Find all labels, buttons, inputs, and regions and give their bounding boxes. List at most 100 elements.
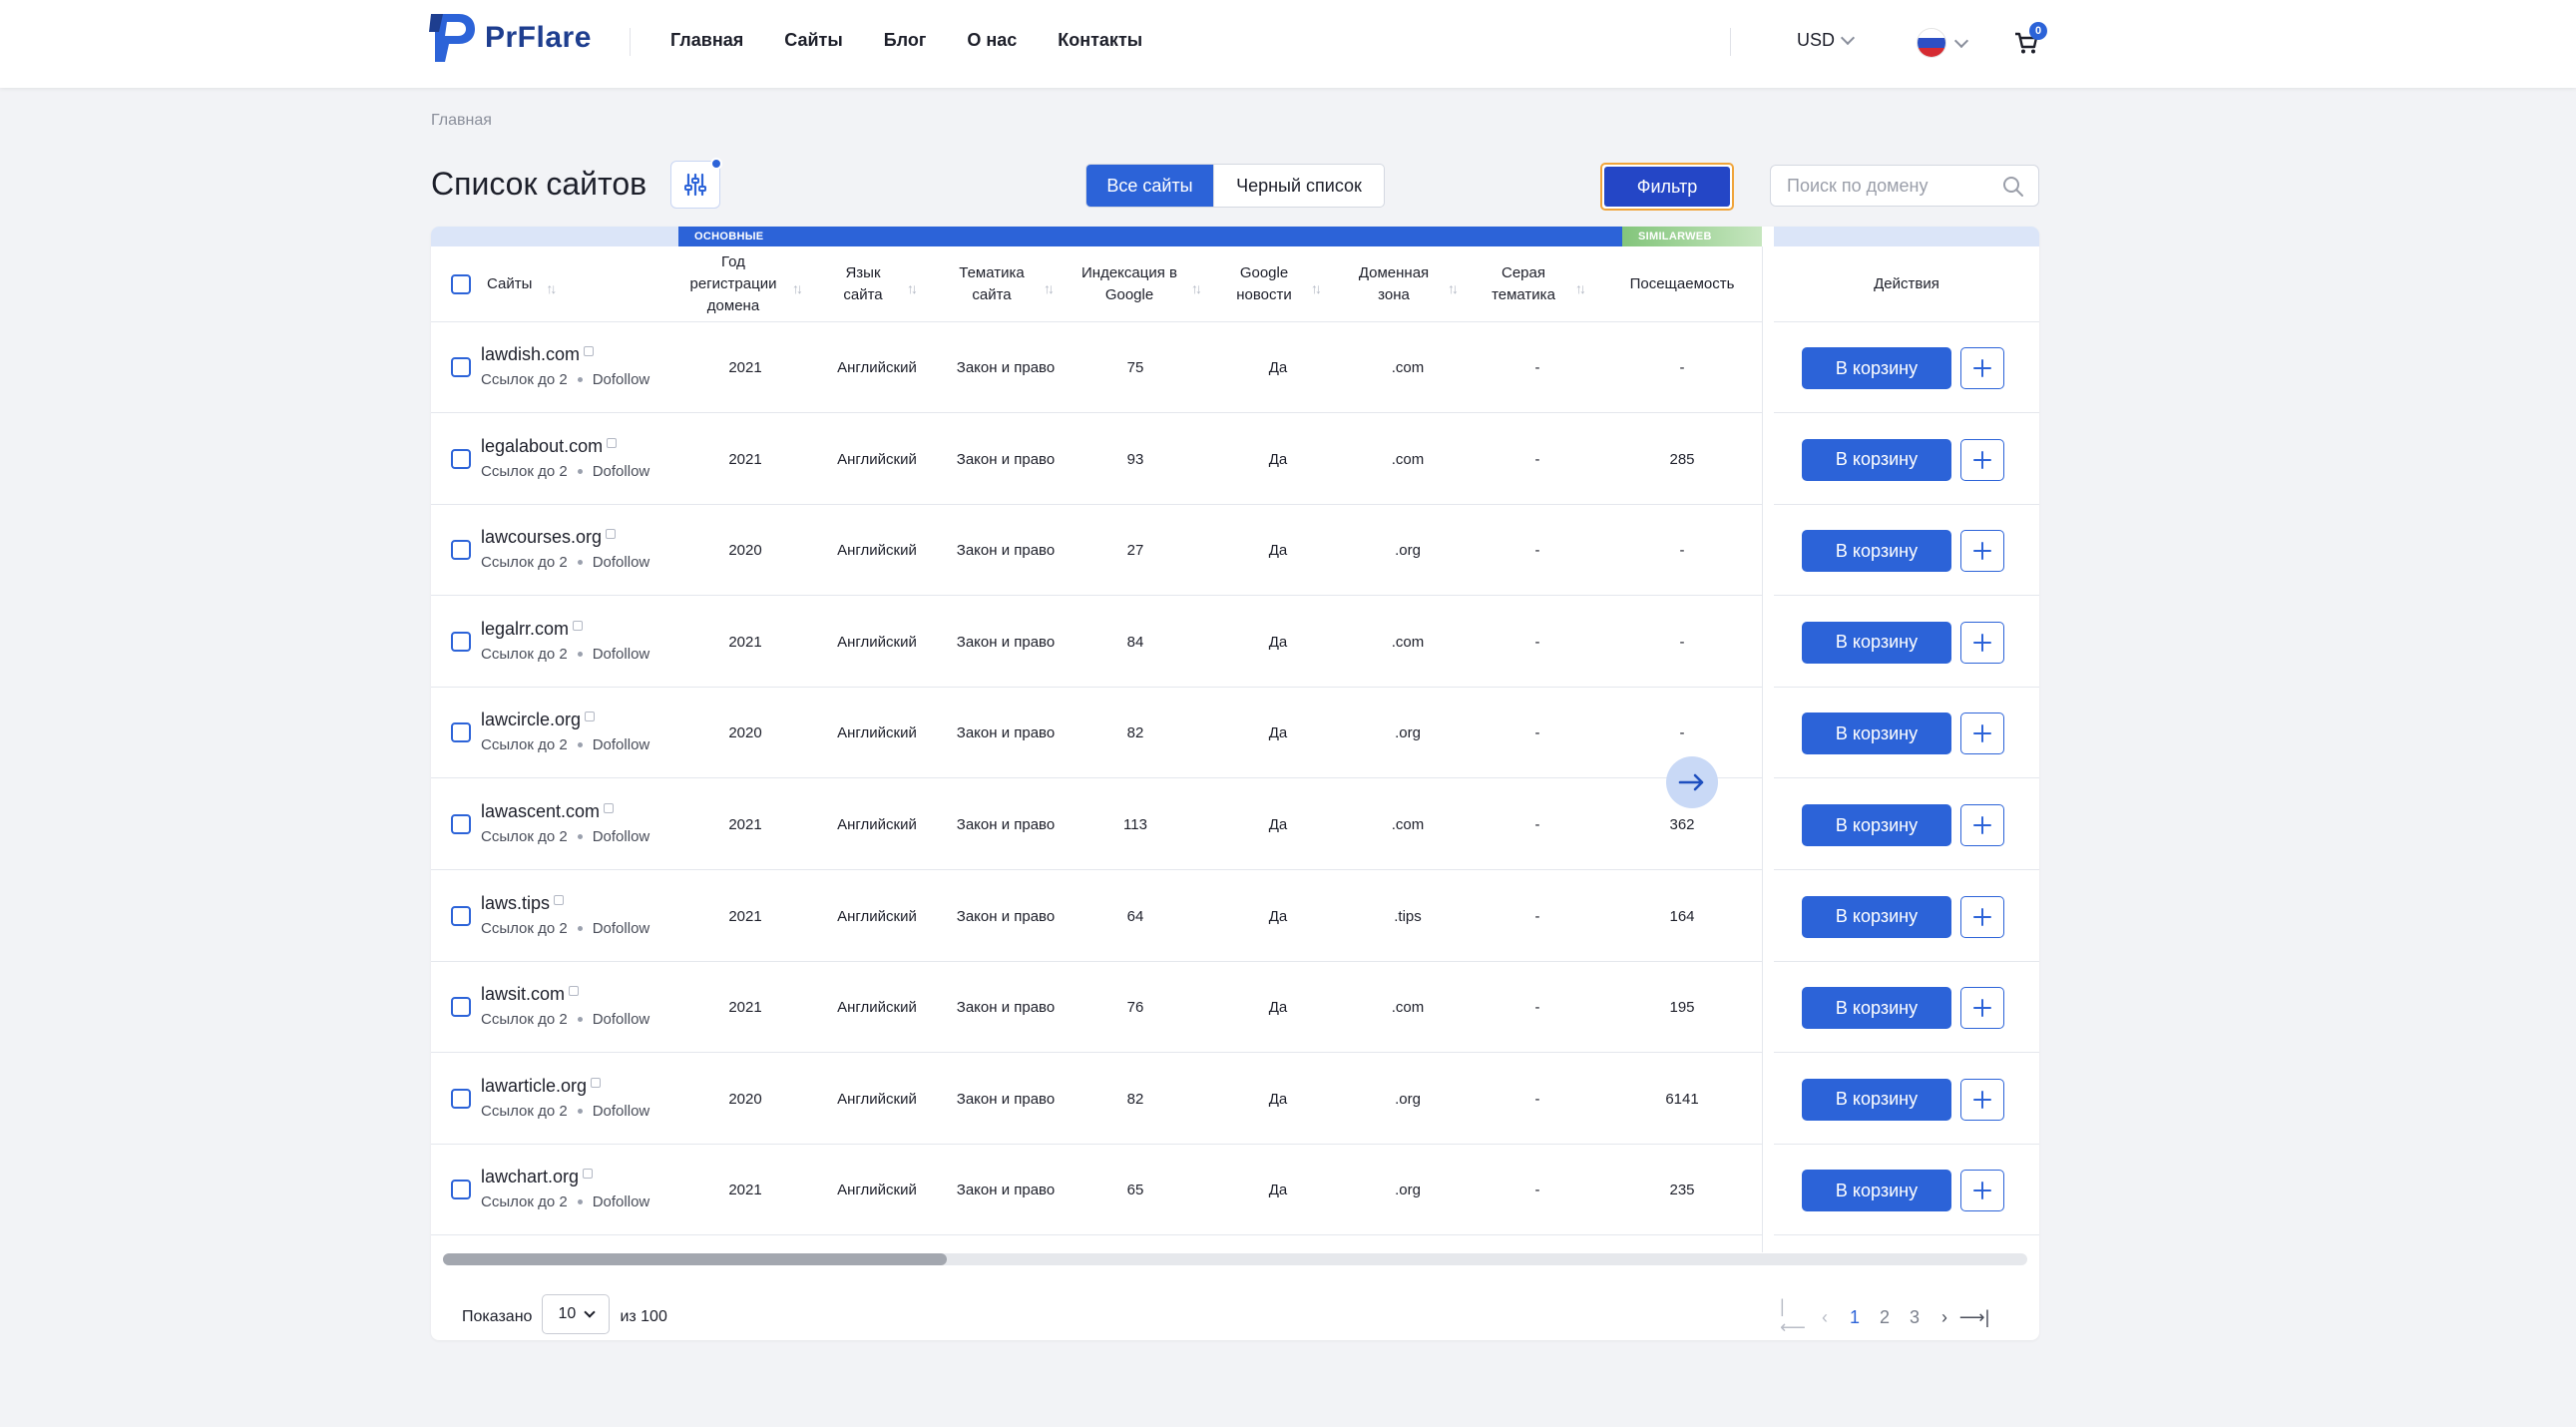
page-1[interactable]: 1 xyxy=(1840,1307,1870,1328)
table-row: lawchart.org Ссылок до 2 Dofollow 2021 Анг… xyxy=(431,1145,2039,1236)
sort-icon[interactable]: ↑↓ xyxy=(1442,277,1462,296)
add-button[interactable] xyxy=(1960,530,2004,573)
header-topic[interactable]: Тематика сайта ↑↓ xyxy=(938,246,1073,322)
external-link-icon[interactable] xyxy=(583,1169,594,1180)
page-3[interactable]: 3 xyxy=(1900,1307,1930,1328)
tab-all-sites[interactable]: Все сайты xyxy=(1086,165,1213,207)
header-sites[interactable]: Сайты ↑↓ xyxy=(451,246,678,322)
add-to-cart-button[interactable]: В корзину xyxy=(1802,1078,1951,1121)
add-button[interactable] xyxy=(1960,438,2004,481)
external-link-icon[interactable] xyxy=(569,986,580,997)
add-to-cart-button[interactable]: В корзину xyxy=(1802,895,1951,938)
add-button[interactable] xyxy=(1960,713,2004,755)
add-button[interactable] xyxy=(1960,804,2004,846)
site-link[interactable]: legalabout.com xyxy=(481,436,603,456)
site-link[interactable]: lawsit.com xyxy=(481,984,565,1004)
language-select[interactable] xyxy=(1917,28,1969,58)
site-link[interactable]: lawdish.com xyxy=(481,344,580,364)
row-checkbox[interactable] xyxy=(451,905,471,926)
page-2[interactable]: 2 xyxy=(1870,1307,1900,1328)
cell-year: 2021 xyxy=(728,999,762,1017)
external-link-icon[interactable] xyxy=(585,712,596,722)
site-link[interactable]: lawcircle.org xyxy=(481,710,581,729)
external-link-icon[interactable] xyxy=(573,620,584,631)
nav-sites[interactable]: Сайты xyxy=(784,30,842,51)
row-checkbox[interactable] xyxy=(451,540,471,561)
breadcrumb[interactable]: Главная xyxy=(431,112,492,130)
add-button[interactable] xyxy=(1960,347,2004,389)
site-link[interactable]: lawchart.org xyxy=(481,1167,579,1187)
scroll-right-button[interactable] xyxy=(1666,756,1718,808)
horizontal-scrollbar[interactable] xyxy=(443,1253,2027,1265)
row-checkbox[interactable] xyxy=(451,448,471,469)
external-link-icon[interactable] xyxy=(607,437,618,448)
add-button[interactable] xyxy=(1960,621,2004,664)
logo[interactable]: PrFlare xyxy=(429,10,592,66)
per-page-select[interactable]: 10 xyxy=(542,1294,611,1334)
sort-icon[interactable]: ↑↓ xyxy=(540,277,560,296)
add-to-cart-button[interactable]: В корзину xyxy=(1802,621,1951,664)
cell-news: Да xyxy=(1268,1090,1288,1108)
add-to-cart-button[interactable]: В корзину xyxy=(1802,347,1951,389)
add-button[interactable] xyxy=(1960,895,2004,938)
row-checkbox[interactable] xyxy=(451,997,471,1018)
header-indexing[interactable]: Индексация в Google ↑↓ xyxy=(1073,246,1213,322)
currency-select[interactable]: USD xyxy=(1797,30,1856,51)
site-link[interactable]: legalrr.com xyxy=(481,619,569,639)
sort-icon[interactable]: ↑↓ xyxy=(901,277,921,296)
add-to-cart-button[interactable]: В корзину xyxy=(1802,987,1951,1030)
nav-blog[interactable]: Блог xyxy=(884,30,927,51)
select-all-checkbox[interactable] xyxy=(451,274,471,294)
nav-contacts[interactable]: Контакты xyxy=(1058,30,1142,51)
header-year[interactable]: Год регистрации домена ↑↓ xyxy=(678,246,816,322)
site-link[interactable]: lawcourses.org xyxy=(481,527,602,547)
add-button[interactable] xyxy=(1960,1078,2004,1121)
add-button[interactable] xyxy=(1960,1170,2004,1212)
sort-icon[interactable]: ↑↓ xyxy=(1305,277,1325,296)
sort-icon[interactable]: ↑↓ xyxy=(1185,277,1205,296)
first-page-icon[interactable]: |⟵ xyxy=(1780,1296,1810,1338)
nav-home[interactable]: Главная xyxy=(670,30,743,51)
filter-button[interactable]: Фильтр xyxy=(1600,163,1734,211)
header-lang[interactable]: Язык сайта ↑↓ xyxy=(816,246,938,322)
add-to-cart-button[interactable]: В корзину xyxy=(1802,713,1951,755)
cell-zone: .com xyxy=(1391,633,1425,651)
header-visits[interactable]: Посещаемость xyxy=(1602,246,1762,322)
add-button[interactable] xyxy=(1960,987,2004,1030)
add-to-cart-button[interactable]: В корзину xyxy=(1802,1170,1951,1212)
add-to-cart-button[interactable]: В корзину xyxy=(1802,804,1951,846)
sort-icon[interactable]: ↑↓ xyxy=(1038,277,1058,296)
row-checkbox[interactable] xyxy=(451,722,471,743)
add-to-cart-button[interactable]: В корзину xyxy=(1802,438,1951,481)
nav-about[interactable]: О нас xyxy=(967,30,1017,51)
next-page-icon[interactable]: › xyxy=(1930,1307,1959,1328)
add-to-cart-button[interactable]: В корзину xyxy=(1802,530,1951,573)
sort-icon[interactable]: ↑↓ xyxy=(786,277,806,296)
external-link-icon[interactable] xyxy=(584,346,595,356)
scrollbar-thumb[interactable] xyxy=(443,1253,947,1265)
last-page-icon[interactable]: ⟶| xyxy=(1959,1307,1989,1328)
cell-year: 2021 xyxy=(728,816,762,833)
domain-search-input[interactable] xyxy=(1771,166,1980,206)
header-news[interactable]: Google новости ↑↓ xyxy=(1213,246,1343,322)
row-checkbox[interactable] xyxy=(451,631,471,652)
site-link[interactable]: laws.tips xyxy=(481,893,550,913)
site-link[interactable]: lawascent.com xyxy=(481,801,600,821)
links-limit: Ссылок до 2 xyxy=(481,1011,568,1029)
external-link-icon[interactable] xyxy=(591,1077,602,1088)
sort-icon[interactable]: ↑↓ xyxy=(1569,277,1589,296)
header-grey[interactable]: Серая тематика ↑↓ xyxy=(1473,246,1602,322)
row-checkbox[interactable] xyxy=(451,814,471,834)
row-checkbox[interactable] xyxy=(451,357,471,377)
site-link[interactable]: lawarticle.org xyxy=(481,1076,587,1096)
prev-page-icon[interactable]: ‹ xyxy=(1810,1307,1840,1328)
row-checkbox[interactable] xyxy=(451,1088,471,1109)
row-checkbox[interactable] xyxy=(451,1180,471,1200)
cell-indexing: 93 xyxy=(1126,450,1144,468)
search-icon[interactable] xyxy=(2002,176,2024,198)
external-link-icon[interactable] xyxy=(604,803,615,813)
header-zone[interactable]: Доменная зона ↑↓ xyxy=(1343,246,1473,322)
external-link-icon[interactable] xyxy=(554,894,565,905)
external-link-icon[interactable] xyxy=(606,529,617,540)
tab-blacklist[interactable]: Черный список xyxy=(1213,165,1384,207)
